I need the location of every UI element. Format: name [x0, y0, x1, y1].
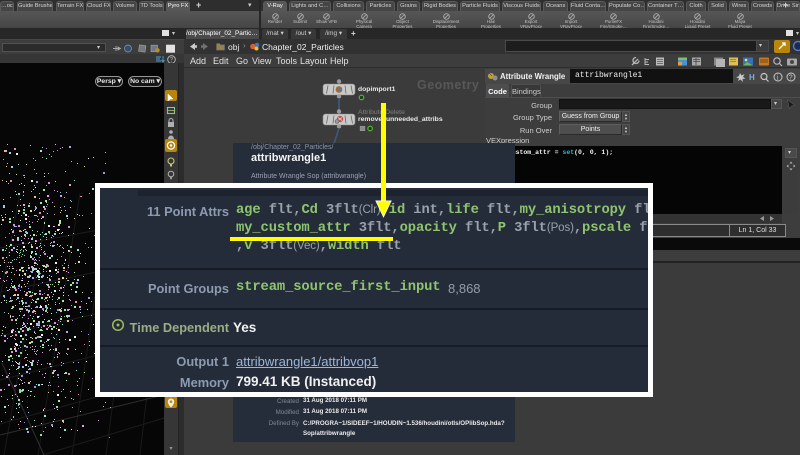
svg-text:?: ?: [789, 74, 793, 81]
svg-text:i: i: [777, 73, 779, 81]
svg-text:H: H: [749, 73, 755, 82]
